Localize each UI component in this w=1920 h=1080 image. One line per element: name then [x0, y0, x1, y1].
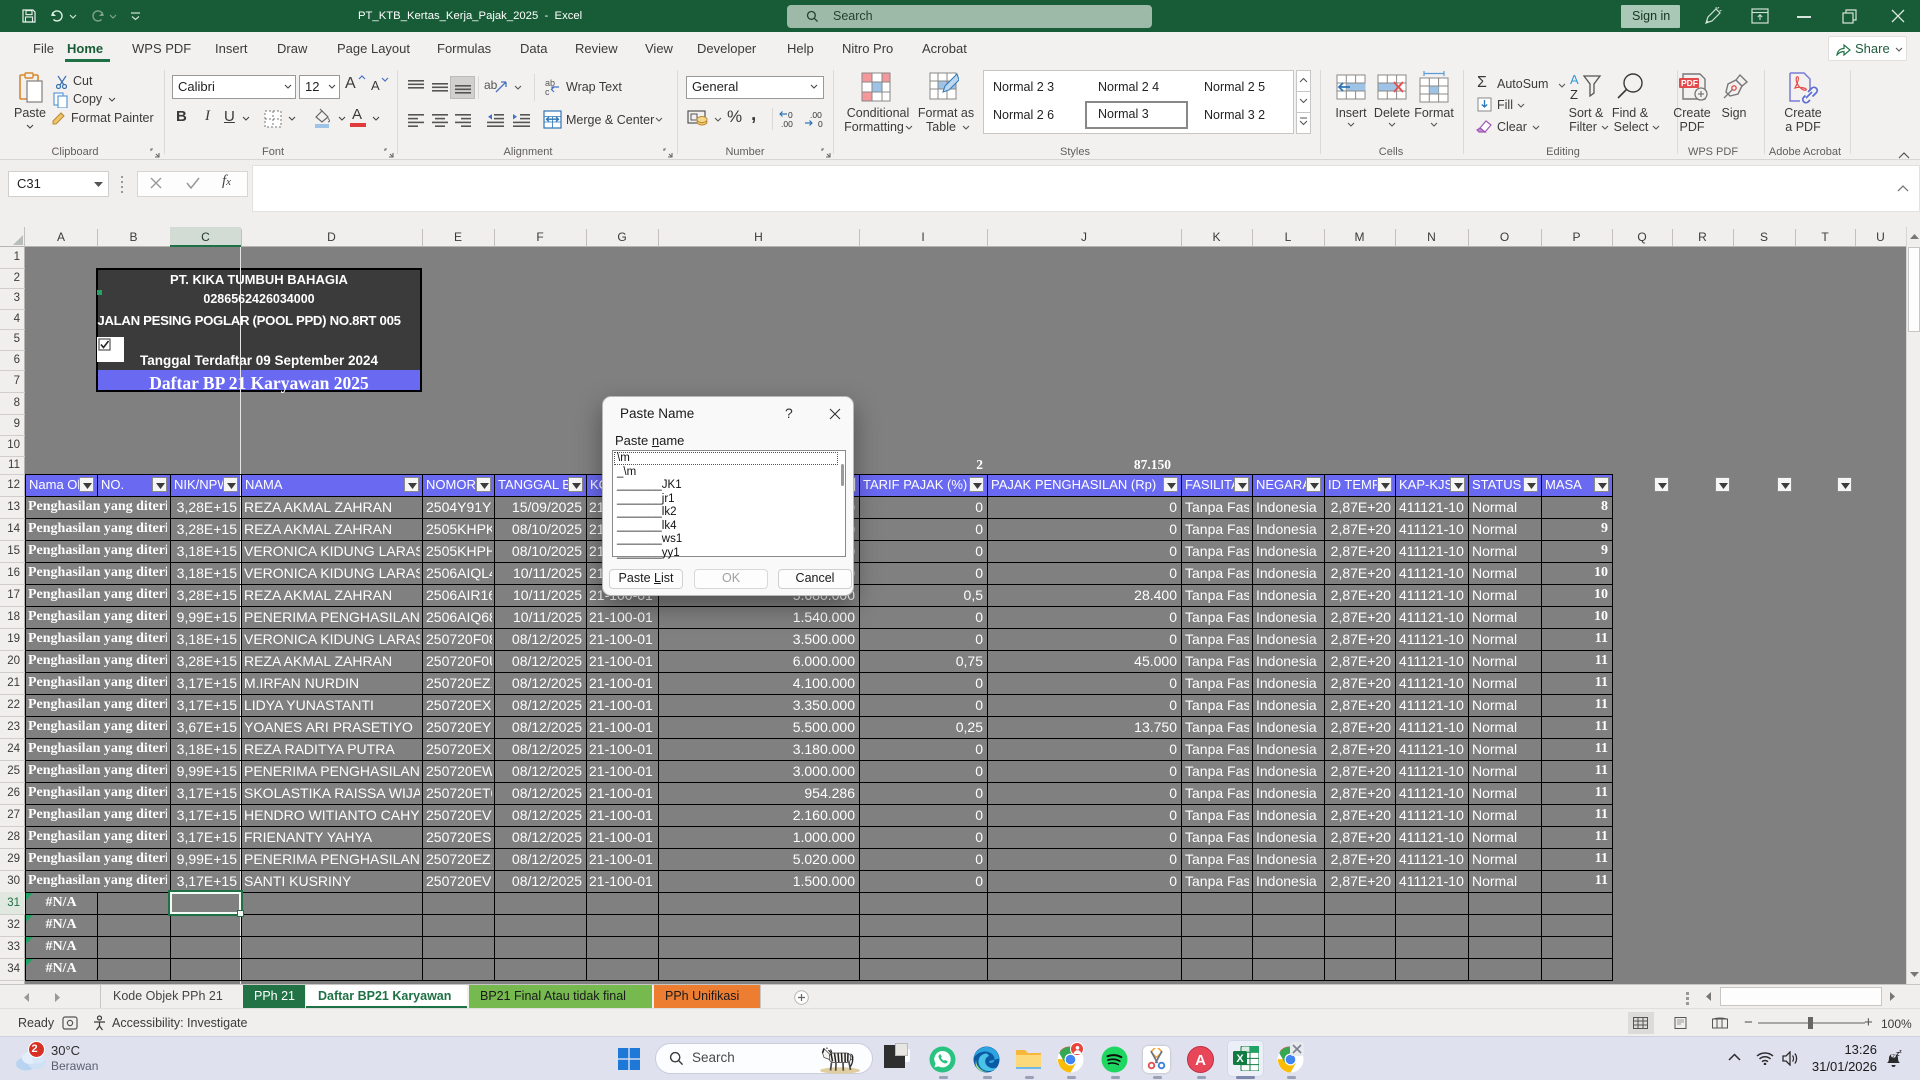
svg-text:z: z [1899, 1049, 1902, 1055]
svg-text:PDF: PDF [1681, 78, 1698, 88]
svg-text:Z: Z [1570, 87, 1578, 102]
svg-text:z: z [1892, 1053, 1895, 1060]
svg-text:A: A [1570, 72, 1579, 87]
svg-text:A: A [1195, 1052, 1206, 1069]
svg-text:.00: .00 [781, 119, 793, 128]
svg-text:X: X [1236, 1053, 1244, 1065]
svg-text:0: 0 [818, 119, 823, 128]
svg-text:c: c [545, 87, 550, 96]
